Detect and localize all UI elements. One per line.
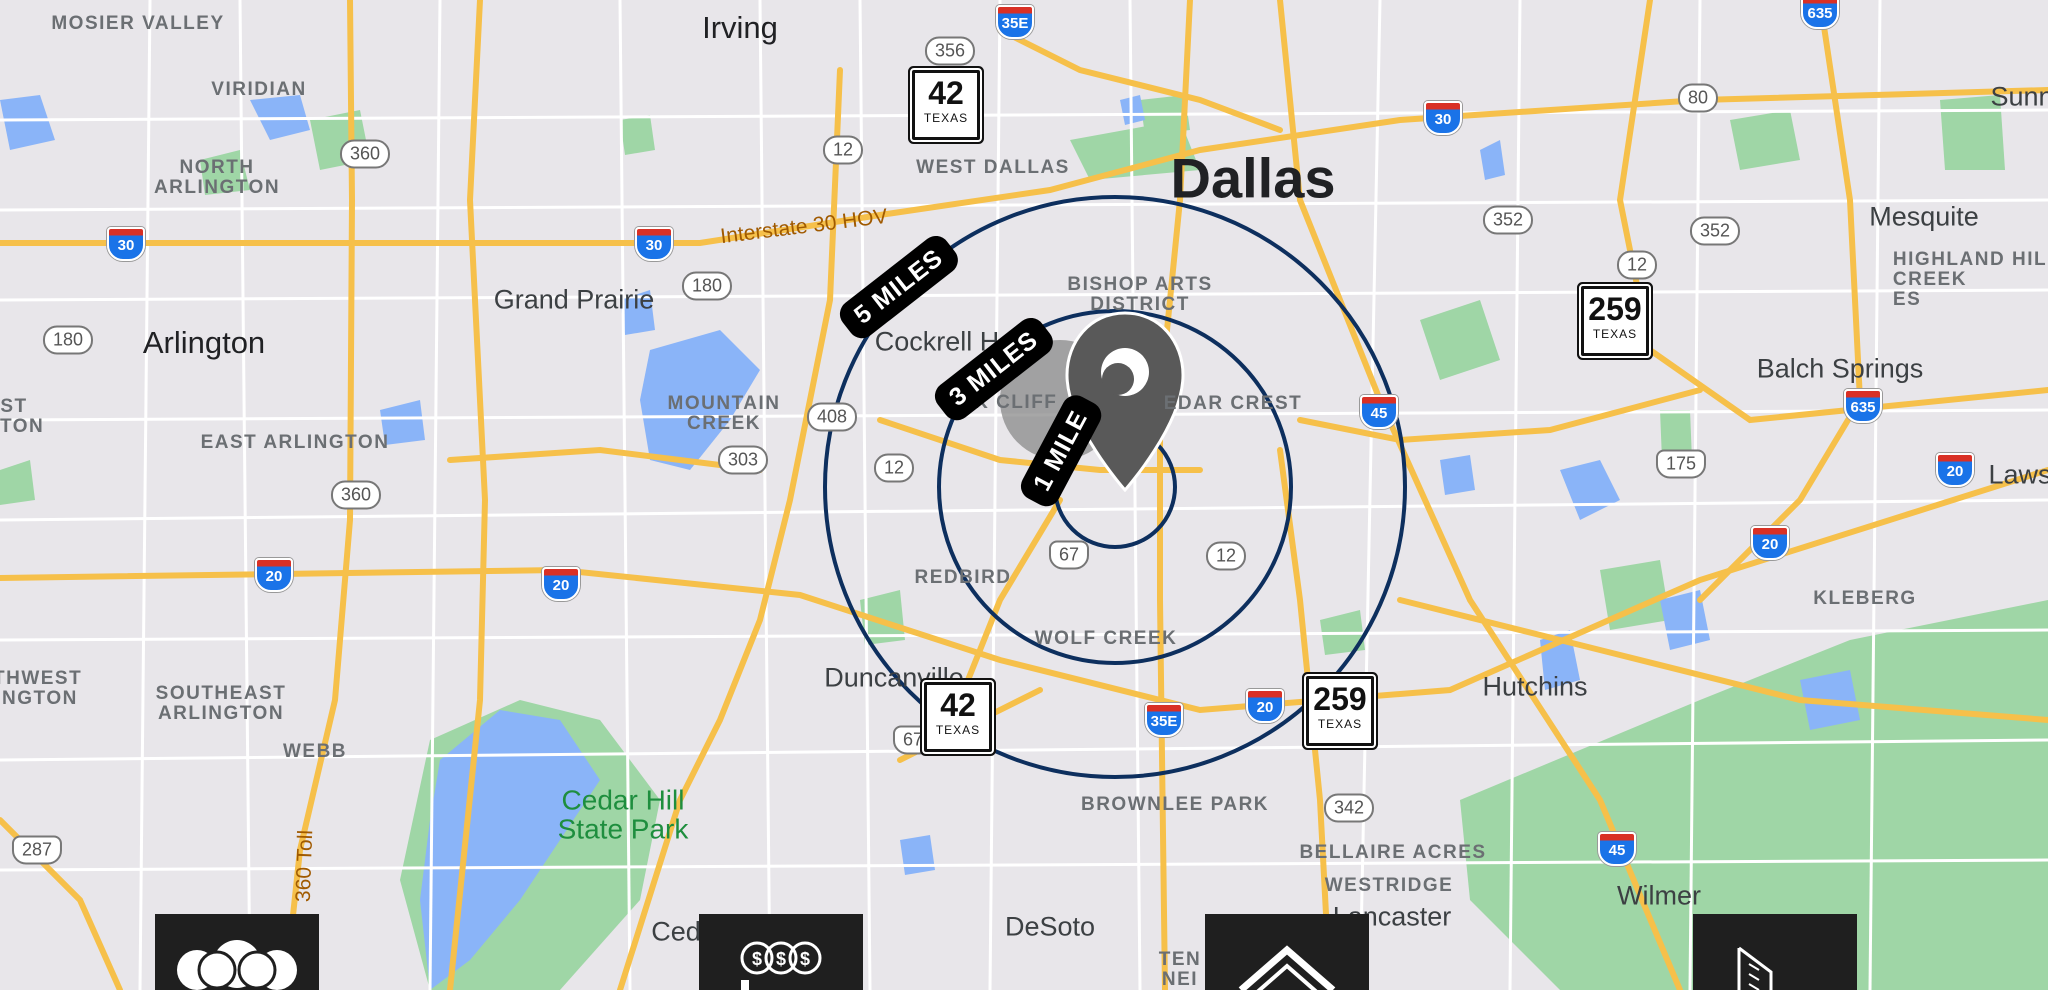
neighborhood-label: REDBIRD — [914, 567, 1012, 589]
neighborhood-label: VIRIDIAN — [211, 79, 307, 101]
housing-tile-button[interactable] — [1205, 914, 1369, 990]
neighborhood-label: WESTRIDGE — [1324, 875, 1454, 897]
neighborhood-label: MOUNTAIN CREEK — [667, 393, 781, 434]
interstate-shield-icon: 35E — [996, 5, 1034, 39]
interstate-shield-icon: 20 — [255, 558, 293, 592]
map-view[interactable]: Dallas Irving Arlington Grand Prairie Me… — [0, 0, 2048, 990]
city-label-grand-prairie: Grand Prairie — [493, 284, 655, 315]
svg-text:$: $ — [752, 949, 762, 969]
neighborhood-label: WOLF CREEK — [1034, 628, 1178, 650]
state-shield-icon: 12 — [1205, 541, 1247, 571]
neighborhood-label: ST GTON — [0, 396, 45, 437]
interstate-shield-icon: 20 — [1246, 689, 1284, 723]
state-shield-icon: 12 — [822, 135, 864, 165]
city-label-sunnyvale-partial: Sunn — [1990, 81, 2048, 112]
interstate-shield-icon: 635 — [1844, 389, 1882, 423]
demographics-tile-button[interactable] — [155, 914, 319, 990]
neighborhood-label: EDAR CREST — [1163, 393, 1303, 415]
state-shield-icon: 180 — [681, 271, 733, 301]
neighborhood-label: EAST ARLINGTON — [200, 432, 390, 454]
state-shield-icon: 180 — [42, 325, 94, 355]
state-shield-icon: 352 — [1482, 205, 1534, 235]
city-label-irving: Irving — [702, 10, 778, 45]
state-shield-icon: 408 — [806, 402, 858, 432]
svg-text:$: $ — [776, 949, 786, 969]
interstate-shield-icon: 30 — [107, 227, 145, 261]
interstate-shield-icon: 20 — [1751, 526, 1789, 560]
neighborhood-label: UTHWEST LINGTON — [0, 668, 83, 709]
us-route-shield-icon: 175 — [1655, 449, 1707, 479]
interstate-shield-icon: 30 — [635, 227, 673, 261]
interstate-shield-icon: 35E — [1145, 703, 1183, 737]
neighborhood-label: WEBB — [282, 741, 348, 763]
texas-highway-shield-icon: 259 TEXAS — [1304, 674, 1376, 748]
city-label-arlington: Arlington — [142, 325, 266, 360]
state-shield-icon: 352 — [1689, 216, 1741, 246]
neighborhood-label: KLEBERG — [1813, 588, 1917, 610]
park-label-cedar-hill-state-park: Cedar Hill State Park — [557, 784, 689, 845]
city-label-mesquite: Mesquite — [1869, 201, 1979, 232]
business-tile-button[interactable] — [1693, 914, 1857, 990]
us-route-shield-icon: 287 — [11, 835, 63, 865]
neighborhood-label: MOSIER VALLEY — [51, 13, 225, 35]
state-shield-icon: 342 — [1323, 793, 1375, 823]
neighborhood-label: BELLAIRE ACRES — [1299, 842, 1487, 864]
neighborhood-label: BROWNLEE PARK — [1080, 794, 1270, 816]
state-shield-icon: 12 — [1616, 250, 1658, 280]
state-shield-icon: 303 — [717, 445, 769, 475]
interstate-shield-icon: 20 — [1936, 453, 1974, 487]
city-label-lawson-partial: Laws — [1988, 459, 2048, 490]
neighborhood-label: TEN NEI — [1158, 949, 1202, 990]
state-shield-icon: 356 — [924, 36, 976, 66]
state-shield-icon: 360 — [339, 139, 391, 169]
texas-highway-shield-icon: 42 TEXAS — [922, 680, 994, 754]
money-coins-icon: $ $ $ — [740, 941, 822, 990]
city-label-dallas: Dallas — [1170, 146, 1336, 210]
building-icon — [1737, 946, 1773, 990]
city-label-balch-springs: Balch Springs — [1756, 353, 1924, 384]
interstate-shield-icon: 45 — [1360, 395, 1398, 429]
interstate-shield-icon: 635 — [1801, 0, 1839, 29]
city-label-wilmer: Wilmer — [1617, 880, 1701, 911]
texas-highway-shield-icon: 42 TEXAS — [910, 68, 982, 142]
us-route-shield-icon: 67 — [1048, 540, 1090, 570]
svg-text:$: $ — [800, 949, 810, 969]
interstate-shield-icon: 30 — [1424, 101, 1462, 135]
state-shield-icon: 360 — [330, 480, 382, 510]
city-label-cedar-hill-partial: Ced — [651, 916, 701, 947]
income-tile-button[interactable]: $ $ $ — [699, 914, 863, 990]
city-label-hutchins: Hutchins — [1482, 671, 1588, 702]
neighborhood-label: HIGHLAND HIL CREEK ES — [1892, 249, 2048, 310]
neighborhood-label: SOUTHEAST ARLINGTON — [155, 683, 287, 724]
house-icon — [1238, 945, 1336, 990]
neighborhood-label: BISHOP ARTS DISTRICT — [1067, 274, 1213, 315]
road-label-360-toll: 360 Toll — [291, 829, 318, 903]
neighborhood-label: NORTH ARLINGTON — [153, 157, 281, 198]
state-shield-icon: 12 — [873, 453, 915, 483]
neighborhood-label: WEST DALLAS — [916, 157, 1070, 179]
people-group-icon — [177, 940, 297, 990]
texas-highway-shield-icon: 259 TEXAS — [1579, 284, 1651, 358]
state-shield-icon: 80 — [1677, 83, 1719, 113]
interstate-shield-icon: 45 — [1598, 832, 1636, 866]
interstate-shield-icon: 20 — [542, 567, 580, 601]
city-label-desoto: DeSoto — [1004, 911, 1096, 942]
